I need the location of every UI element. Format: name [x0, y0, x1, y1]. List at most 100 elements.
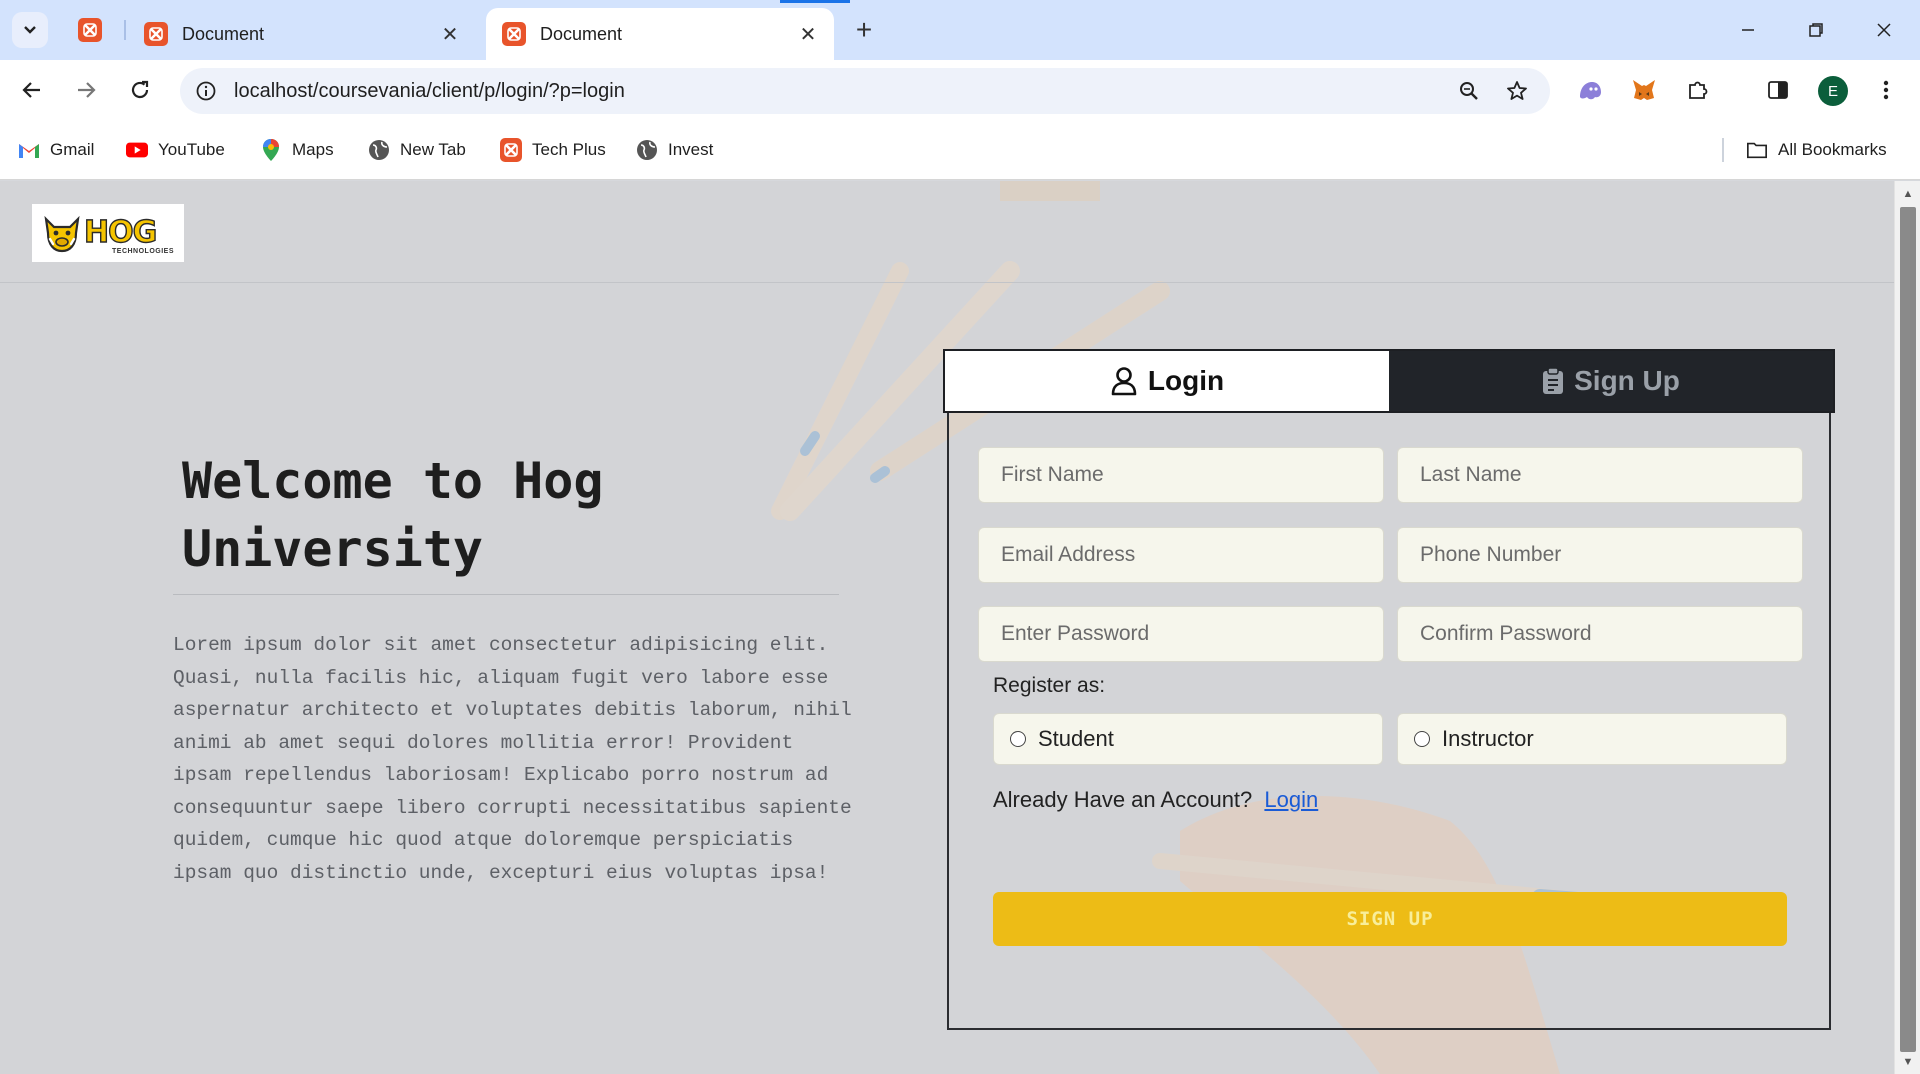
bookmarks-separator [1722, 138, 1724, 162]
youtube-icon [126, 139, 148, 161]
bookmark-label: Gmail [50, 140, 95, 159]
close-icon[interactable]: ✕ [438, 22, 462, 46]
side-panel-icon[interactable] [1762, 74, 1794, 106]
heading-divider [173, 594, 839, 595]
bookmarks-bar: Gmail YouTube Maps New Tab Tech Plus Inv… [0, 120, 1920, 180]
tab-login[interactable]: Login [945, 351, 1389, 411]
first-name-input[interactable] [978, 447, 1384, 503]
extensions-puzzle-icon[interactable] [1682, 74, 1714, 106]
email-input[interactable] [978, 527, 1384, 583]
back-button[interactable] [16, 74, 48, 106]
more-menu-icon[interactable] [1870, 74, 1902, 106]
bookmark-label: New Tab [400, 140, 466, 159]
role-student-option[interactable]: Student [993, 713, 1383, 765]
reload-icon [131, 80, 149, 99]
restore-button[interactable] [1794, 12, 1838, 48]
chevron-down-icon [24, 26, 36, 34]
login-prompt: Already Have an Account? Login [993, 787, 1318, 813]
scroll-up-arrow-icon[interactable]: ▲ [1901, 187, 1915, 201]
close-icon[interactable]: ✕ [796, 22, 820, 46]
tab-separator [124, 20, 126, 40]
bookmark-tech-plus[interactable]: Tech Plus [500, 137, 606, 163]
clipboard-icon [1543, 367, 1564, 394]
login-prompt-text: Already Have an Account? [993, 787, 1253, 812]
browser-tab-document-1[interactable]: Document ✕ [128, 8, 476, 60]
password-input[interactable] [978, 606, 1384, 662]
browser-tab-bar: Document ✕ Document ✕ + [0, 0, 1920, 60]
scroll-down-arrow-icon[interactable]: ▼ [1901, 1055, 1915, 1069]
site-info-icon[interactable] [192, 77, 220, 105]
profile-avatar[interactable]: E [1818, 76, 1848, 106]
bookmark-label: YouTube [158, 140, 225, 159]
tab-title: Document [540, 23, 623, 44]
browser-tab-document-2[interactable]: Document ✕ [486, 8, 834, 60]
all-bookmarks-button[interactable]: All Bookmarks [1746, 137, 1887, 163]
minimize-icon [1742, 29, 1754, 31]
radio-button[interactable] [1010, 731, 1026, 747]
bookmark-label: Tech Plus [532, 140, 606, 159]
logo-subtext: TECHNOLOGIES [112, 248, 175, 255]
boar-mascot-icon [44, 215, 80, 253]
hog-logo[interactable]: HOG TECHNOLOGIES [32, 204, 184, 262]
close-icon [1877, 23, 1891, 37]
user-icon [1111, 367, 1137, 396]
arrow-left-icon [22, 82, 40, 98]
pinned-tab[interactable] [70, 14, 110, 46]
gmail-icon [18, 139, 40, 161]
globe-icon [368, 139, 390, 161]
reload-button[interactable] [124, 74, 156, 106]
restore-icon [1809, 23, 1823, 37]
address-bar[interactable]: localhost/coursevania/client/p/login/?p=… [180, 68, 1550, 114]
intro-paragraph: Lorem ipsum dolor sit amet consectetur a… [173, 634, 852, 884]
site-header: HOG TECHNOLOGIES [0, 181, 1894, 283]
browser-toolbar: localhost/coursevania/client/p/login/?p=… [0, 60, 1920, 120]
confirm-password-input[interactable] [1397, 606, 1803, 662]
bookmark-label: Invest [668, 140, 714, 159]
extension-ghost-icon[interactable] [1574, 74, 1606, 106]
new-tab-button[interactable]: + [848, 14, 880, 46]
page-scrollbar[interactable]: ▲ ▼ [1894, 181, 1920, 1074]
signup-submit-button[interactable]: SIGN UP [993, 892, 1787, 946]
phone-input[interactable] [1397, 527, 1803, 583]
bookmark-label: Maps [292, 140, 334, 159]
login-link[interactable]: Login [1264, 787, 1318, 812]
xampp-icon [502, 22, 526, 46]
zoom-icon[interactable] [1454, 76, 1484, 106]
bookmark-new-tab[interactable]: New Tab [368, 137, 466, 163]
role-label: Instructor [1442, 726, 1534, 751]
auth-tabs: Login Sign Up [943, 349, 1835, 413]
last-name-input[interactable] [1397, 447, 1803, 503]
tab-signup-label: Sign Up [1574, 365, 1680, 396]
bookmark-invest[interactable]: Invest [636, 137, 713, 163]
bookmark-star-icon[interactable] [1502, 76, 1532, 106]
page-viewport: HOG TECHNOLOGIES Welcome to Hog Universi… [0, 181, 1894, 1074]
minimize-button[interactable] [1726, 12, 1770, 48]
scrollbar-thumb[interactable] [1900, 207, 1916, 1052]
radio-button[interactable] [1414, 731, 1430, 747]
url-text[interactable]: localhost/coursevania/client/p/login/?p=… [234, 80, 1454, 103]
role-instructor-option[interactable]: Instructor [1397, 713, 1787, 765]
loading-indicator [780, 0, 850, 3]
xampp-icon [144, 22, 168, 46]
bookmark-youtube[interactable]: YouTube [126, 137, 225, 163]
xampp-icon [78, 18, 102, 42]
maps-icon [260, 139, 282, 161]
bookmark-gmail[interactable]: Gmail [18, 137, 94, 163]
welcome-heading: Welcome to Hog University [182, 452, 604, 578]
xampp-icon [500, 138, 522, 162]
arrow-right-icon [78, 82, 96, 98]
register-as-label: Register as: [993, 674, 1106, 697]
tab-signup[interactable]: Sign Up [1389, 351, 1833, 411]
forward-button[interactable] [70, 74, 102, 106]
metamask-icon[interactable] [1628, 74, 1660, 106]
close-window-button[interactable] [1862, 12, 1906, 48]
bookmark-maps[interactable]: Maps [260, 137, 334, 163]
tab-title: Document [182, 23, 265, 44]
tab-search-button[interactable] [12, 12, 48, 48]
signup-form-card: Register as: Student Instructor Already … [947, 413, 1831, 1030]
tab-login-label: Login [1147, 365, 1225, 396]
folder-icon [1746, 139, 1768, 161]
globe-icon [636, 139, 658, 161]
role-label: Student [1038, 726, 1114, 751]
logo-text: HOG [83, 215, 158, 250]
